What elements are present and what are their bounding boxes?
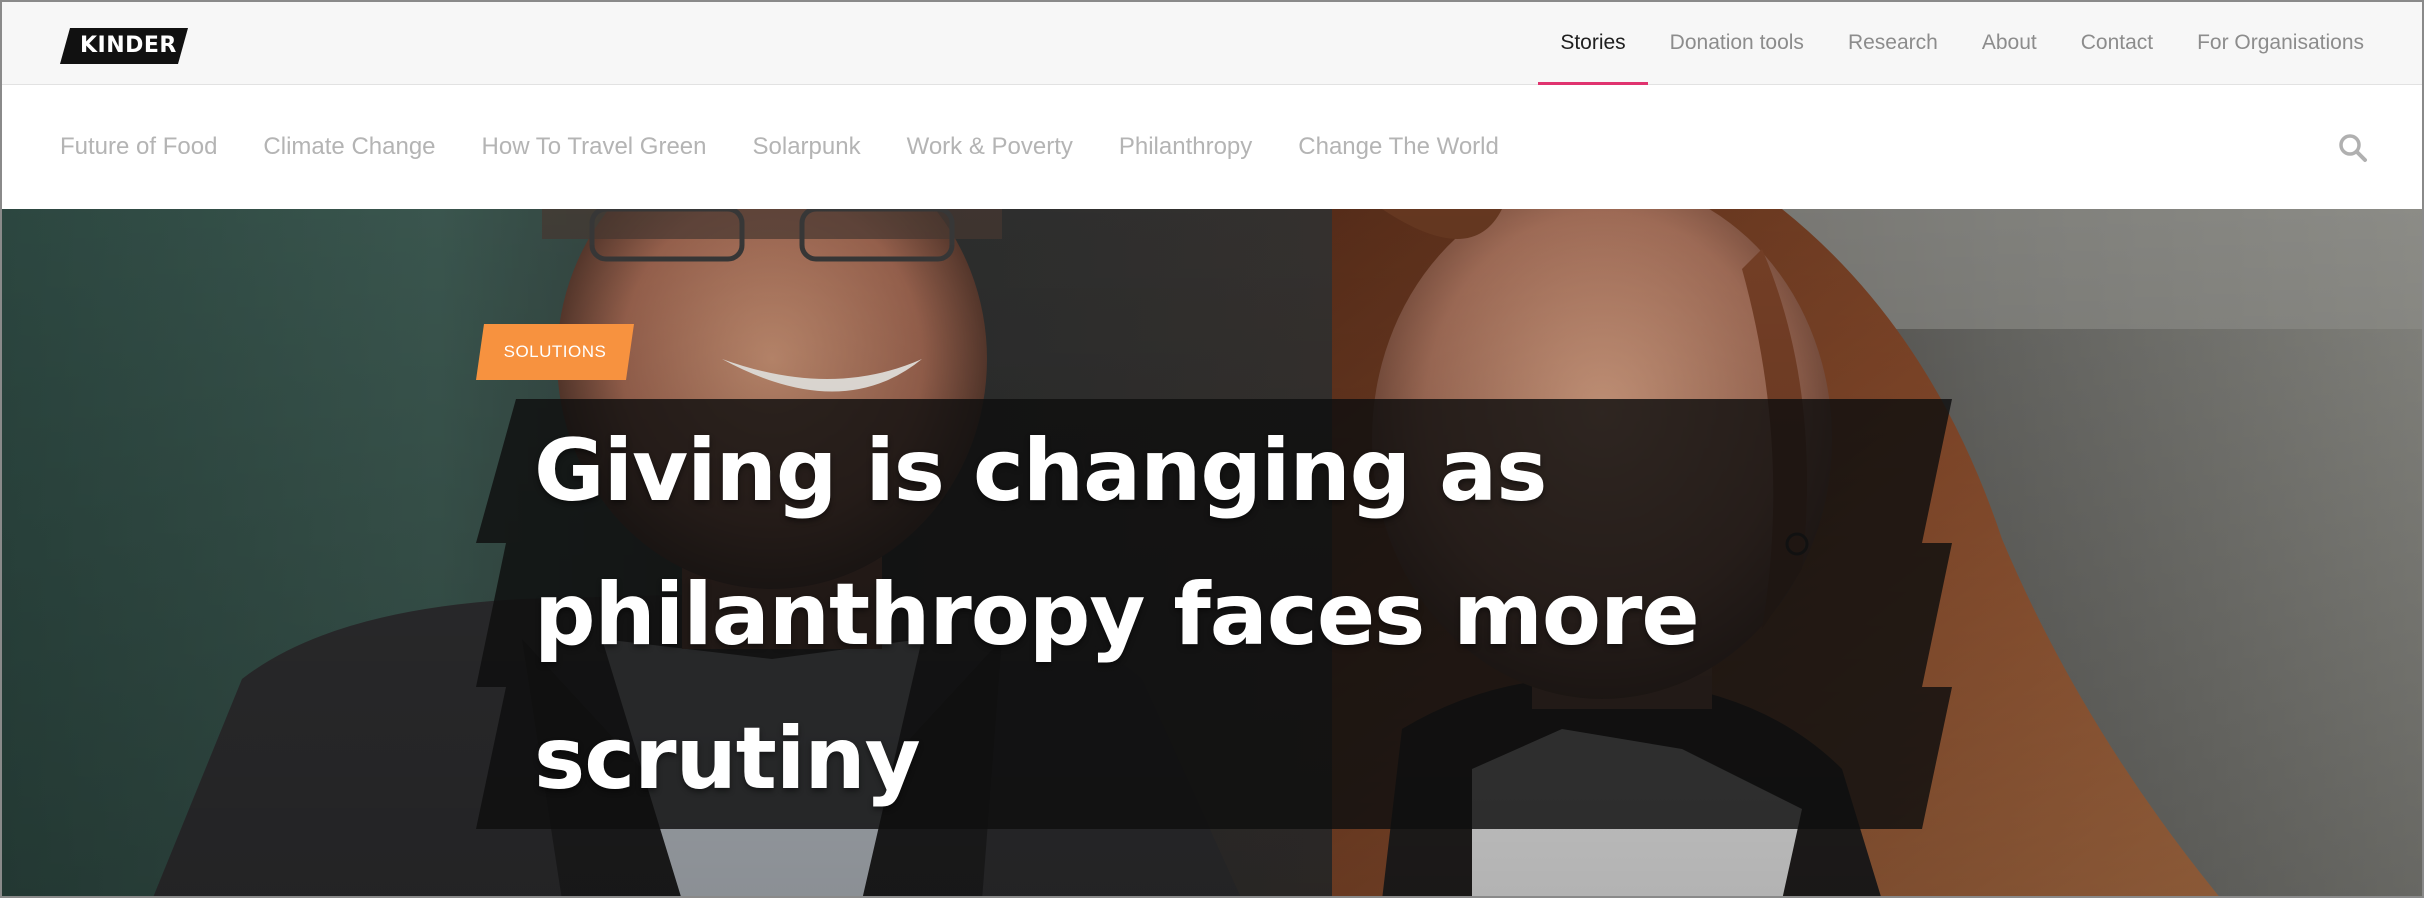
nav-donation-tools[interactable]: Donation tools <box>1648 2 1826 84</box>
top-navigation-bar: KINDER Stories Donation tools Research A… <box>2 2 2422 85</box>
category-nav: Future of Food Climate Change How To Tra… <box>60 85 1545 209</box>
category-bar: Future of Food Climate Change How To Tra… <box>2 85 2422 209</box>
category-climate-change[interactable]: Climate Change <box>263 133 435 161</box>
page: KINDER Stories Donation tools Research A… <box>0 0 2424 898</box>
category-philanthropy[interactable]: Philanthropy <box>1119 133 1252 161</box>
category-work-and-poverty[interactable]: Work & Poverty <box>907 133 1073 161</box>
kinder-logo[interactable]: KINDER <box>60 28 188 64</box>
article-headline: Giving is changing as philanthropy faces… <box>534 421 1700 809</box>
category-how-to-travel-green[interactable]: How To Travel Green <box>482 133 707 161</box>
nav-stories[interactable]: Stories <box>1538 2 1649 85</box>
search-icon[interactable] <box>2338 133 2368 163</box>
category-future-of-food[interactable]: Future of Food <box>60 133 217 161</box>
hero-section: SOLUTIONS Giving is changing as philanth… <box>2 209 2422 896</box>
category-tag-label: SOLUTIONS <box>503 342 607 361</box>
nav-for-organisations[interactable]: For Organisations <box>2175 2 2364 84</box>
nav-research[interactable]: Research <box>1826 2 1960 84</box>
logo-text: KINDER <box>80 33 177 58</box>
headline-box[interactable]: Giving is changing as philanthropy faces… <box>476 399 1952 829</box>
category-solarpunk[interactable]: Solarpunk <box>753 133 861 161</box>
nav-contact[interactable]: Contact <box>2059 2 2175 84</box>
nav-about[interactable]: About <box>1960 2 2059 84</box>
main-nav: Stories Donation tools Research About Co… <box>1538 2 2364 85</box>
category-change-the-world[interactable]: Change The World <box>1298 133 1499 161</box>
category-tag[interactable]: SOLUTIONS <box>476 324 634 380</box>
